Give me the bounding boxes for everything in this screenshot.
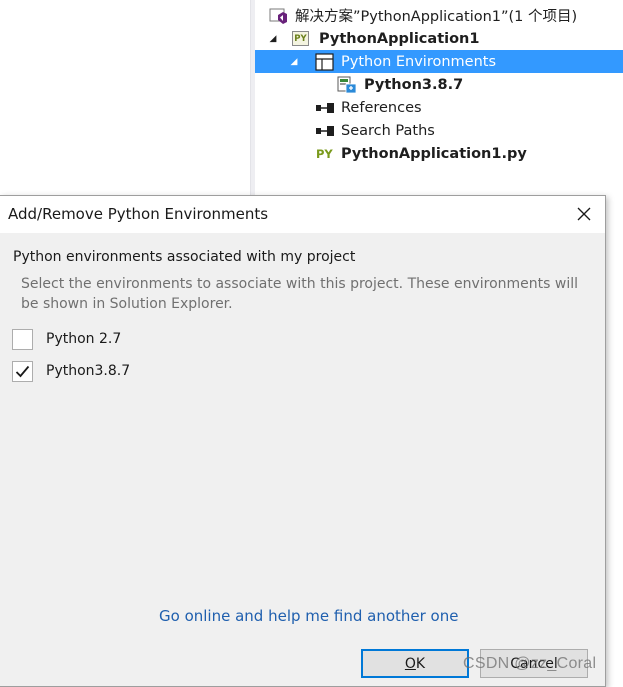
python-environments-label: Python Environments <box>341 53 497 70</box>
add-remove-environments-dialog: Add/Remove Python Environments Python en… <box>0 195 606 687</box>
watermark-text: CSDN @zz_Coral <box>463 655 597 672</box>
python-interpreter-icon <box>337 76 357 94</box>
expand-arrow-icon[interactable]: ◢ <box>288 57 300 67</box>
close-icon <box>577 207 591 221</box>
checkbox-python27[interactable] <box>12 328 33 350</box>
tree-item-search-paths[interactable]: Search Paths <box>255 119 623 142</box>
checkbox-python387[interactable] <box>12 360 33 382</box>
expand-arrow-icon[interactable]: ◢ <box>267 34 279 44</box>
close-button[interactable] <box>569 200 599 228</box>
ok-button[interactable]: OK <box>361 649 469 678</box>
ok-label-rest: K <box>415 655 426 672</box>
dialog-title: Add/Remove Python Environments <box>8 205 269 223</box>
dialog-titlebar[interactable]: Add/Remove Python Environments <box>0 196 605 233</box>
tree-item-environment[interactable]: Python3.8.7 <box>255 73 623 96</box>
python-file-label: PythonApplication1.py <box>341 145 527 162</box>
environment-option-label: Python3.8.7 <box>46 363 131 379</box>
section-heading: Python environments associated with my p… <box>13 249 356 265</box>
tree-item-solution[interactable]: 解决方案”PythonApplication1”(1 个项目) <box>255 4 623 27</box>
ok-mnemonic: O <box>404 655 416 672</box>
section-description: Select the environments to associate wit… <box>21 276 578 312</box>
left-editor-area <box>0 0 250 195</box>
project-label: PythonApplication1 <box>319 30 480 47</box>
environment-option-label: Python 2.7 <box>46 331 122 347</box>
solution-explorer-tree: 解决方案”PythonApplication1”(1 个项目) ◢ PY Pyt… <box>255 0 623 195</box>
checkmark-icon <box>15 365 30 377</box>
search-paths-icon <box>316 125 334 137</box>
environment-label: Python3.8.7 <box>364 76 464 93</box>
tree-item-project[interactable]: ◢ PY PythonApplication1 <box>255 27 623 50</box>
search-paths-label: Search Paths <box>341 122 435 139</box>
python-file-icon: PY <box>316 146 333 161</box>
find-another-environment-link[interactable]: Go online and help me find another one <box>159 607 458 625</box>
references-label: References <box>341 99 422 116</box>
tree-item-python-environments[interactable]: ◢ Python Environments <box>255 50 623 73</box>
solution-label: 解决方案”PythonApplication1”(1 个项目) <box>295 9 578 25</box>
environment-option-python27[interactable]: Python 2.7 <box>12 328 121 350</box>
tree-item-references[interactable]: References <box>255 96 623 119</box>
environment-option-python387[interactable]: Python3.8.7 <box>12 360 130 382</box>
tree-item-python-file[interactable]: PY PythonApplication1.py <box>255 142 623 165</box>
references-icon <box>316 102 334 114</box>
python-project-icon: PY <box>292 30 309 48</box>
python-environments-icon <box>315 52 334 71</box>
visual-studio-solution-icon <box>269 7 289 25</box>
